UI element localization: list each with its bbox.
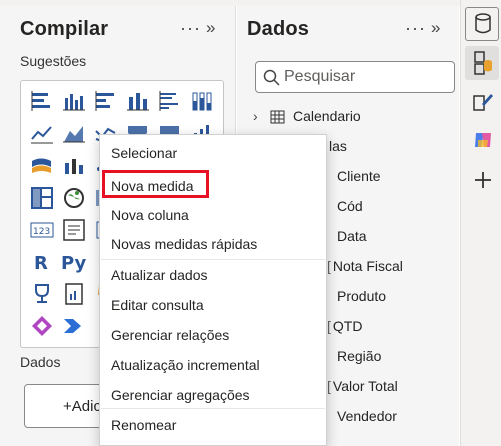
suggestions-label: Sugestões <box>20 53 87 69</box>
search-icon <box>263 69 280 86</box>
field-data[interactable]: Data <box>337 228 367 244</box>
format-brush-icon <box>473 94 493 111</box>
svg-text:123: 123 <box>33 227 50 237</box>
model-view-button[interactable] <box>465 46 499 80</box>
key-influencers-icon[interactable] <box>29 281 55 307</box>
calendar-table-icon <box>270 110 285 124</box>
table-vendas-partial[interactable]: las <box>329 138 347 154</box>
search-input[interactable]: Pesquisar <box>255 61 455 93</box>
menu-item-atualizacao-incremental[interactable]: Atualização incremental <box>100 349 326 379</box>
menu-item-selecionar[interactable]: Selecionar <box>100 137 326 167</box>
svg-text:Py: Py <box>61 253 87 274</box>
power-apps-icon[interactable] <box>29 313 55 339</box>
chevron-right-icon: › <box>253 108 258 124</box>
menu-item-novas-medidas-rapidas[interactable]: Novas medidas rápidas <box>100 228 326 258</box>
field-valor-total[interactable]: [Valor Total <box>327 378 398 394</box>
area-chart-icon[interactable] <box>61 121 87 147</box>
stacked-column-chart-icon[interactable] <box>125 89 151 115</box>
search-placeholder: Pesquisar <box>284 68 356 85</box>
menu-item-gerenciar-agregacoes[interactable]: Gerenciar agregações <box>100 379 326 409</box>
field-bracket-icon: [ <box>327 258 331 274</box>
field-valor-total-label: Valor Total <box>332 378 398 394</box>
menu-item-renomear[interactable]: Renomear <box>100 409 326 439</box>
menu-item-editar-consulta[interactable]: Editar consulta <box>100 289 326 319</box>
field-bracket-icon: [ <box>327 378 331 394</box>
clustered-column-chart-icon[interactable] <box>61 89 87 115</box>
field-regiao[interactable]: Região <box>337 348 381 364</box>
field-qtd-label: QTD <box>332 318 363 334</box>
field-nota-fiscal[interactable]: [Nota Fiscal <box>327 258 403 274</box>
menu-item-atualizar-dados[interactable]: Atualizar dados <box>100 259 326 289</box>
paginated-report-icon[interactable] <box>61 281 87 307</box>
field-vendedor[interactable]: Vendedor <box>337 408 397 424</box>
column-100-chart-icon[interactable] <box>189 89 215 115</box>
map-icon[interactable] <box>61 185 87 211</box>
side-rail <box>460 0 501 446</box>
table-calendario-label: Calendario <box>293 108 361 124</box>
menu-item-nova-coluna[interactable]: Nova coluna <box>100 199 326 229</box>
table-calendario[interactable]: › Calendario <box>253 108 361 124</box>
model-view-icon <box>474 51 492 75</box>
field-cliente[interactable]: Cliente <box>337 168 381 184</box>
format-button[interactable] <box>465 85 499 119</box>
dados-collapse-chevron-icon[interactable]: » <box>431 18 440 38</box>
field-bracket-icon: [ <box>327 318 331 334</box>
compilar-title: Compilar <box>20 18 109 40</box>
line-clustered-column-chart-icon[interactable] <box>61 153 87 179</box>
copilot-button[interactable] <box>465 124 499 158</box>
field-produto[interactable]: Produto <box>337 288 386 304</box>
treemap-icon[interactable] <box>29 185 55 211</box>
highlight-box-nova-medida <box>102 170 209 198</box>
copilot-icon <box>475 133 491 147</box>
stacked-bar-chart-icon[interactable] <box>29 89 55 115</box>
multi-row-card-icon[interactable] <box>61 217 87 243</box>
field-nota-fiscal-label: Nota Fiscal <box>332 258 403 274</box>
ribbon-multi-chart-icon[interactable] <box>29 153 55 179</box>
r-visual-icon[interactable]: R <box>29 249 55 275</box>
menu-item-gerenciar-relacoes[interactable]: Gerenciar relações <box>100 319 326 349</box>
compilar-collapse-chevron-icon[interactable]: » <box>206 18 215 38</box>
field-cod[interactable]: Cód <box>337 198 363 214</box>
compilar-more-options-icon[interactable]: ··· <box>180 18 201 39</box>
dados-fields-label: Dados <box>20 354 61 370</box>
field-qtd[interactable]: [QTD <box>327 318 362 334</box>
svg-text:R: R <box>34 253 48 274</box>
power-automate-icon[interactable] <box>61 313 87 339</box>
data-cylinder-icon <box>475 13 491 34</box>
dados-more-options-icon[interactable]: ··· <box>405 18 426 39</box>
data-view-button[interactable] <box>465 7 499 41</box>
add-icon <box>475 172 491 188</box>
add-pane-button[interactable] <box>465 163 499 197</box>
add-data-button-label: +Adic <box>63 398 101 415</box>
clustered-bar-chart-icon[interactable] <box>157 89 183 115</box>
python-visual-icon[interactable]: Py <box>61 249 93 275</box>
stacked-bar-100-chart-icon[interactable] <box>93 89 119 115</box>
line-chart-icon[interactable] <box>29 121 55 147</box>
card-icon[interactable]: 123 <box>29 217 55 243</box>
dados-title: Dados <box>247 18 310 40</box>
